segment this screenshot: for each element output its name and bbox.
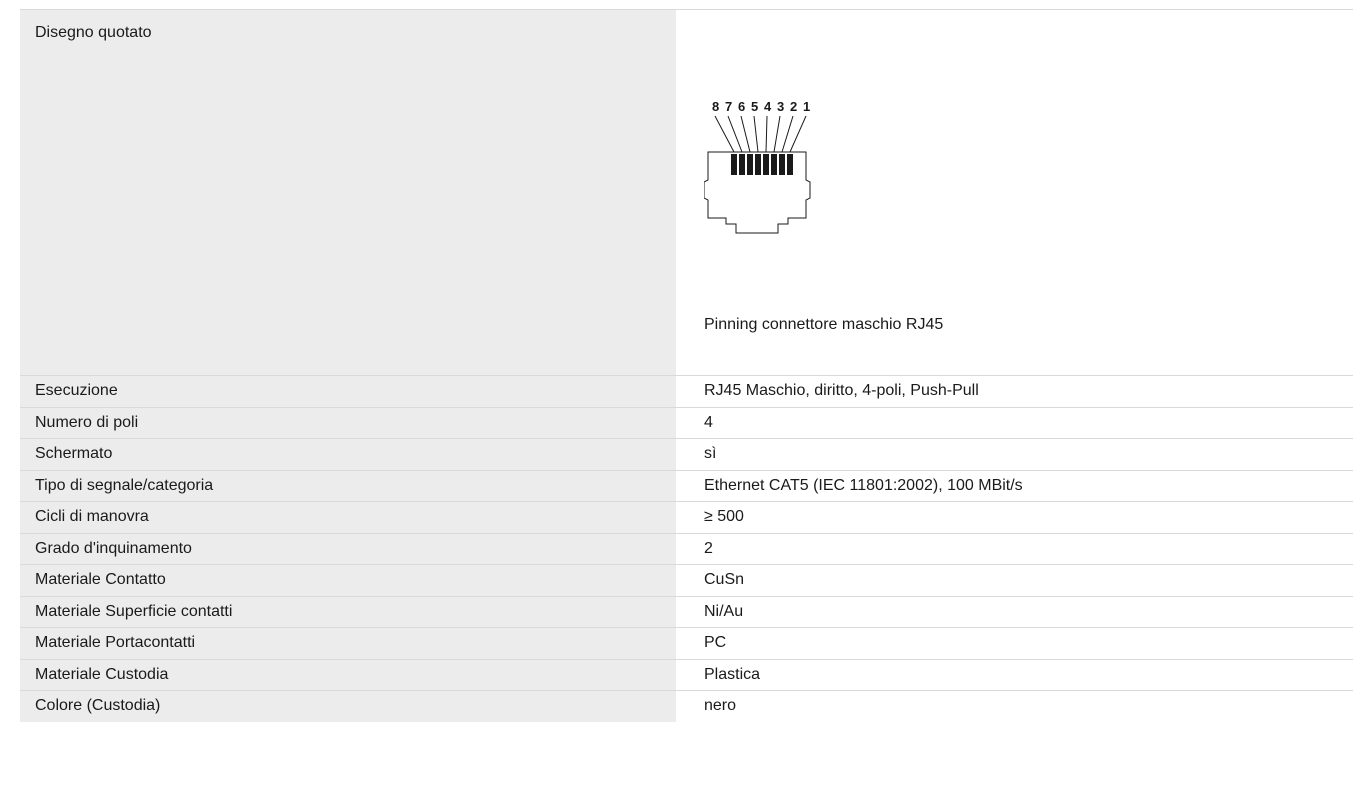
spec-row-schermato: Schermato sì <box>20 438 1353 470</box>
spec-row-colore-custodia: Colore (Custodia) nero <box>20 690 1353 722</box>
spec-label: Materiale Custodia <box>20 659 676 690</box>
spec-row-grado-inquinamento: Grado d'inquinamento 2 <box>20 532 1353 564</box>
spec-label: Colore (Custodia) <box>20 691 676 722</box>
spec-row-materiale-superficie-contatti: Materiale Superficie contatti Ni/Au <box>20 595 1353 627</box>
spec-label: Materiale Contatto <box>20 565 676 596</box>
spec-row-materiale-portacontatti: Materiale Portacontatti PC <box>20 627 1353 659</box>
spec-label: Numero di poli <box>20 407 676 438</box>
rj45-pinning-drawing: 8 7 6 5 4 3 2 1 <box>704 99 811 234</box>
spec-value: Ni/Au <box>676 596 1353 627</box>
drawing-label: Disegno quotato <box>20 10 676 375</box>
spec-row-cicli-di-manovra: Cicli di manovra ≥ 500 <box>20 501 1353 533</box>
spec-label: Materiale Portacontatti <box>20 628 676 659</box>
drawing-caption: Pinning connettore maschio RJ45 <box>704 316 944 333</box>
pin-number: 8 <box>712 99 719 114</box>
spec-row-materiale-custodia: Materiale Custodia Plastica <box>20 658 1353 690</box>
spec-value: Ethernet CAT5 (IEC 11801:2002), 100 MBit… <box>676 470 1353 501</box>
spec-row-tipo-di-segnale: Tipo di segnale/categoria Ethernet CAT5 … <box>20 469 1353 501</box>
spec-value: sì <box>676 439 1353 470</box>
spec-table: Disegno quotato 8 7 6 5 4 3 2 1 Pinning … <box>20 9 1353 722</box>
spec-label: Cicli di manovra <box>20 502 676 533</box>
pin-number: 4 <box>764 99 772 114</box>
spec-value: nero <box>676 691 1353 722</box>
spec-value: 2 <box>676 533 1353 564</box>
spec-value: 4 <box>676 407 1353 438</box>
spec-value: PC <box>676 628 1353 659</box>
spec-label: Materiale Superficie contatti <box>20 596 676 627</box>
drawing-row: Disegno quotato 8 7 6 5 4 3 2 1 Pinning … <box>20 9 1353 375</box>
contact-pins <box>731 154 793 175</box>
spec-value: Plastica <box>676 659 1353 690</box>
drawing-cell: 8 7 6 5 4 3 2 1 Pinning connettore masch… <box>676 10 1353 375</box>
spec-value: ≥ 500 <box>676 502 1353 533</box>
spec-row-numero-di-poli: Numero di poli 4 <box>20 406 1353 438</box>
pin-number: 7 <box>725 99 732 114</box>
spec-label: Esecuzione <box>20 376 676 407</box>
spec-row-materiale-contatto: Materiale Contatto CuSn <box>20 564 1353 596</box>
pin-number-labels: 8 7 6 5 4 3 2 1 <box>712 99 810 114</box>
spec-label: Tipo di segnale/categoria <box>20 470 676 501</box>
spec-label: Grado d'inquinamento <box>20 533 676 564</box>
spec-value: CuSn <box>676 565 1353 596</box>
pin-number: 6 <box>738 99 745 114</box>
spec-label: Schermato <box>20 439 676 470</box>
pin-number: 1 <box>803 99 810 114</box>
pin-number: 5 <box>751 99 758 114</box>
pin-number: 3 <box>777 99 784 114</box>
spec-row-esecuzione: Esecuzione RJ45 Maschio, diritto, 4-poli… <box>20 375 1353 407</box>
pin-number: 2 <box>790 99 797 114</box>
pin-leader-lines <box>714 115 807 153</box>
spec-value: RJ45 Maschio, diritto, 4-poli, Push-Pull <box>676 376 1353 407</box>
